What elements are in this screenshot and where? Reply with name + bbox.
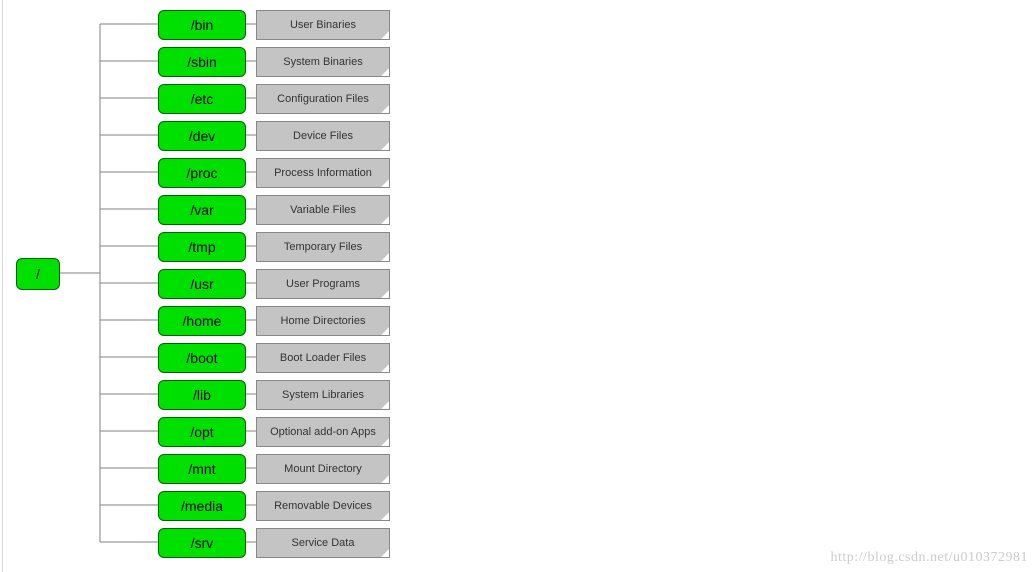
dir-label: /opt — [190, 424, 213, 440]
root-node: / — [16, 258, 60, 290]
dir-node: /var — [158, 195, 246, 225]
dir-node: /home — [158, 306, 246, 336]
desc-label: Device Files — [293, 130, 353, 142]
desc-label: Process Information — [274, 167, 372, 179]
desc-note: Temporary Files — [256, 232, 390, 262]
desc-label: User Binaries — [290, 19, 356, 31]
dir-label: /var — [190, 202, 213, 218]
dir-label: /usr — [190, 276, 213, 292]
dir-label: /media — [181, 498, 223, 514]
dir-label: /proc — [186, 165, 217, 181]
desc-note: Mount Directory — [256, 454, 390, 484]
dir-node: /proc — [158, 158, 246, 188]
dir-node: /dev — [158, 121, 246, 151]
desc-label: System Binaries — [283, 56, 362, 68]
dir-node: /bin — [158, 10, 246, 40]
dir-label: /dev — [189, 128, 215, 144]
desc-label: Home Directories — [281, 315, 366, 327]
desc-label: User Programs — [286, 278, 360, 290]
desc-label: Removable Devices — [274, 500, 372, 512]
desc-label: Temporary Files — [284, 241, 362, 253]
dir-node: /boot — [158, 343, 246, 373]
desc-note: Service Data — [256, 528, 390, 558]
dir-node: /usr — [158, 269, 246, 299]
dir-node: /srv — [158, 528, 246, 558]
desc-note: Optional add-on Apps — [256, 417, 390, 447]
dir-node: /sbin — [158, 47, 246, 77]
dir-label: /bin — [191, 17, 214, 33]
desc-label: Variable Files — [290, 204, 356, 216]
dir-label: /home — [183, 313, 222, 329]
desc-label: Optional add-on Apps — [270, 426, 376, 438]
page-left-rule — [2, 0, 3, 572]
desc-note: Configuration Files — [256, 84, 390, 114]
dir-label: /tmp — [188, 239, 215, 255]
desc-label: Configuration Files — [277, 93, 369, 105]
dir-node: /lib — [158, 380, 246, 410]
dir-label: /srv — [191, 535, 214, 551]
dir-label: /boot — [186, 350, 217, 366]
dir-node: /tmp — [158, 232, 246, 262]
dir-node: /media — [158, 491, 246, 521]
desc-label: System Libraries — [282, 389, 364, 401]
dir-label: /lib — [193, 387, 211, 403]
desc-note: System Libraries — [256, 380, 390, 410]
dir-label: /sbin — [187, 54, 217, 70]
desc-note: System Binaries — [256, 47, 390, 77]
connector-lines — [0, 0, 1036, 572]
desc-label: Mount Directory — [284, 463, 362, 475]
desc-note: Boot Loader Files — [256, 343, 390, 373]
dir-label: /etc — [191, 91, 214, 107]
desc-note: Device Files — [256, 121, 390, 151]
diagram-canvas: / /bin User Binaries/sbin System Binaries /… — [0, 0, 1036, 572]
desc-note: User Programs — [256, 269, 390, 299]
desc-label: Service Data — [292, 537, 355, 549]
desc-note: Variable Files — [256, 195, 390, 225]
watermark-text: http://blog.csdn.net/u010372981 — [831, 550, 1029, 566]
desc-note: Removable Devices — [256, 491, 390, 521]
dir-node: /etc — [158, 84, 246, 114]
desc-note: Process Information — [256, 158, 390, 188]
root-label: / — [36, 266, 40, 282]
dir-node: /opt — [158, 417, 246, 447]
desc-label: Boot Loader Files — [280, 352, 366, 364]
desc-note: Home Directories — [256, 306, 390, 336]
dir-node: /mnt — [158, 454, 246, 484]
desc-note: User Binaries — [256, 10, 390, 40]
dir-label: /mnt — [188, 461, 215, 477]
